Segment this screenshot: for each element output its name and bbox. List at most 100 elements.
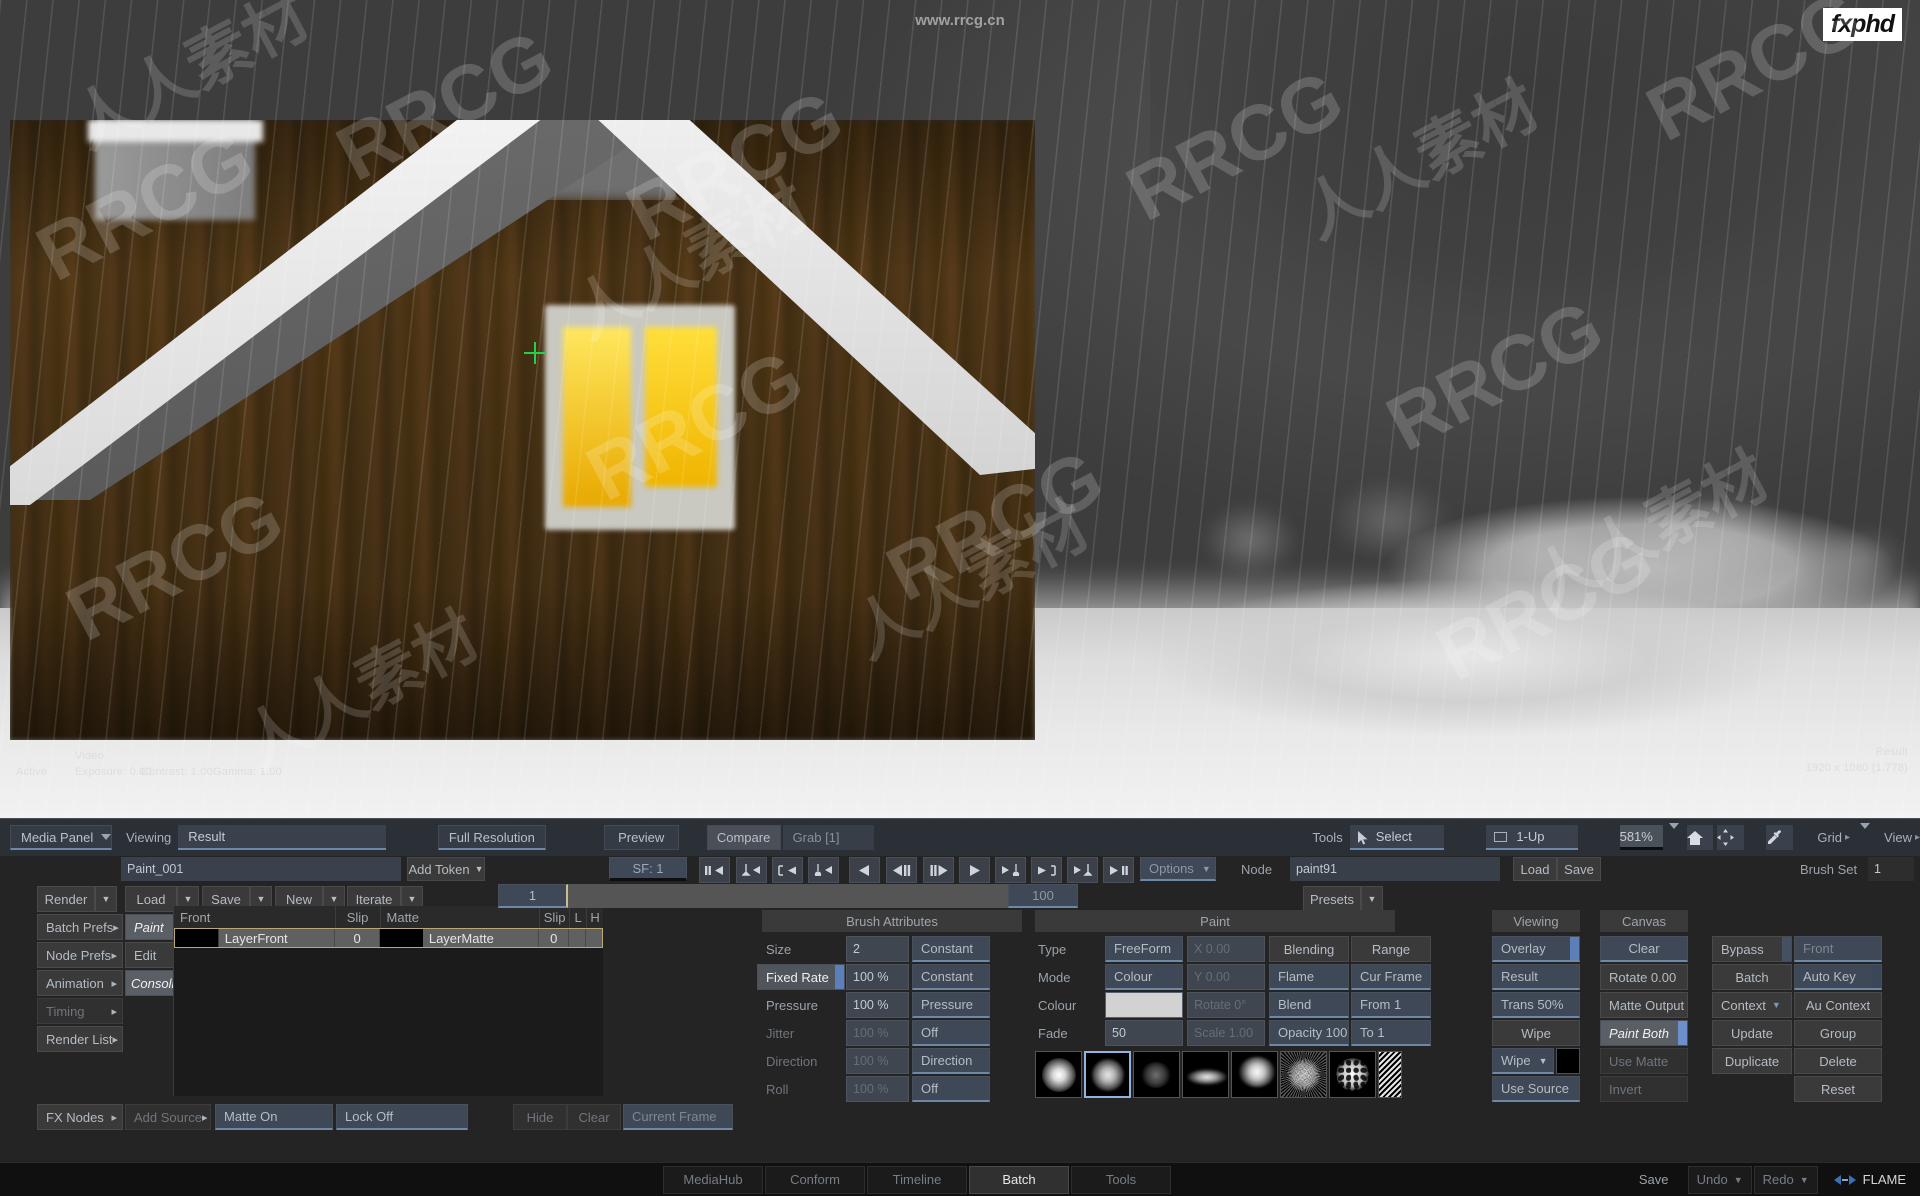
options-button[interactable]: Options ▼ (1140, 857, 1216, 881)
tab-batch[interactable]: Batch (969, 1165, 1069, 1194)
brush-roll-value[interactable]: 100 % (846, 1076, 909, 1102)
animation-menu[interactable]: Animation (37, 970, 123, 996)
canvas-clear-button[interactable]: Clear (1600, 936, 1688, 962)
brush-pressure-mode[interactable]: Pressure (912, 992, 990, 1018)
render-button[interactable]: Render (37, 886, 95, 912)
node-load-button[interactable]: Load (1513, 857, 1557, 881)
brush-thumbnail[interactable] (1182, 1051, 1229, 1098)
frame-scrubber[interactable] (568, 884, 1008, 908)
add-source-button[interactable]: Add Source (125, 1104, 211, 1130)
brush-jitter-value[interactable]: 100 % (846, 1020, 909, 1046)
goto-prev-marker-button[interactable] (808, 857, 839, 883)
canvas-rotate-value[interactable]: Rotate 0.00 (1600, 964, 1688, 990)
paint-x-value[interactable]: X 0.00 (1187, 936, 1265, 962)
batch-prefs-menu[interactable]: Batch Prefs (37, 914, 123, 940)
layer-list-panel[interactable]: Front Slip Matte Slip L H LayerFront 0 L… (173, 906, 604, 1096)
wipe-colour-swatch[interactable] (1556, 1048, 1580, 1074)
clear-button[interactable]: Clear (567, 1104, 621, 1130)
tab-timeline[interactable]: Timeline (867, 1165, 967, 1194)
zoom-dropdown-button[interactable] (1668, 822, 1679, 847)
au-context-button[interactable]: Au Context (1794, 992, 1882, 1018)
goto-prev-keyframe-button[interactable] (699, 857, 730, 883)
context-dropdown[interactable]: Context ▼ (1712, 992, 1792, 1018)
brush-roll-mode[interactable]: Off (912, 1076, 990, 1102)
layer-l-cell[interactable] (568, 929, 585, 947)
zoom-level-field[interactable]: 581% (1619, 825, 1663, 850)
goto-start-button[interactable] (736, 857, 767, 883)
tab-conform[interactable]: Conform (765, 1165, 865, 1194)
color-picker-button[interactable] (1765, 825, 1794, 850)
current-frame-field[interactable]: 1 (498, 884, 568, 908)
hide-button[interactable]: Hide (513, 1104, 567, 1130)
project-name-field[interactable]: Paint_001 (121, 857, 401, 881)
paint-mode-value[interactable]: Colour (1105, 964, 1183, 990)
current-frame-button[interactable]: Current Frame (623, 1104, 733, 1130)
full-resolution-button[interactable]: Full Resolution (437, 825, 546, 850)
goto-next-keyframe-button[interactable] (1103, 857, 1134, 883)
use-matte-button[interactable]: Use Matte (1600, 1048, 1688, 1074)
auto-key-button[interactable]: Auto Key (1794, 964, 1882, 990)
brush-thumbnail[interactable] (1133, 1051, 1180, 1098)
brush-size-mode[interactable]: Constant (912, 936, 990, 962)
brush-set-value[interactable]: 1 (1868, 857, 1914, 881)
tab-mediahub[interactable]: MediaHub (663, 1165, 763, 1194)
overlay-button[interactable]: Overlay (1492, 936, 1580, 962)
media-panel-button[interactable]: Media Panel (10, 825, 112, 850)
render-dropdown[interactable]: ▼ (95, 886, 117, 912)
undo-button[interactable]: Undo ▼ (1687, 1165, 1752, 1194)
grid-label[interactable]: Grid (1817, 830, 1842, 845)
viewing-result-button[interactable]: Result (1492, 964, 1580, 990)
play-forward-button[interactable] (959, 857, 990, 883)
load-button[interactable]: Load (125, 886, 177, 912)
brush-thumbnail[interactable] (1280, 1051, 1327, 1098)
node-name-field[interactable]: paint91 (1290, 857, 1500, 881)
fit-to-view-button[interactable] (1716, 825, 1744, 850)
save-status-button[interactable]: Save (1621, 1165, 1686, 1194)
fx-nodes-menu[interactable]: FX Nodes (37, 1104, 123, 1130)
range-to-button[interactable]: To 1 (1351, 1020, 1431, 1046)
wipe-mode-dropdown[interactable]: Wipe ▼ (1492, 1048, 1554, 1074)
use-source-button[interactable]: Use Source (1492, 1076, 1580, 1102)
brush-thumbnail[interactable] (1035, 1051, 1082, 1098)
brush-thumbnail[interactable] (1329, 1051, 1376, 1098)
paint-scale-value[interactable]: Scale 1.00 (1187, 1020, 1265, 1046)
paint-y-value[interactable]: Y 0.00 (1187, 964, 1265, 990)
delete-button[interactable]: Delete (1794, 1048, 1882, 1074)
paint-colour-swatch[interactable] (1105, 992, 1183, 1018)
cur-frame-button[interactable]: Cur Frame (1351, 964, 1431, 990)
brush-thumbnail-selected[interactable] (1084, 1051, 1131, 1098)
brush-fixed-rate-mode[interactable]: Constant (912, 964, 990, 990)
add-token-button[interactable]: Add Token ▼ (407, 857, 485, 881)
lock-off-button[interactable]: Lock Off (336, 1104, 468, 1130)
brush-jitter-mode[interactable]: Off (912, 1020, 990, 1046)
preview-button[interactable]: Preview (603, 825, 679, 850)
blending-header[interactable]: Blending (1269, 936, 1349, 962)
goto-next-marker-button[interactable] (995, 857, 1026, 883)
update-button[interactable]: Update (1712, 1020, 1792, 1046)
paint-both-button[interactable]: Paint Both (1600, 1020, 1688, 1046)
grab-button[interactable]: Grab [1] (782, 825, 875, 850)
start-frame-field[interactable]: SF: 1 (609, 857, 687, 881)
goto-end-button[interactable] (1067, 857, 1098, 883)
range-header[interactable]: Range (1351, 936, 1431, 962)
table-row[interactable]: LayerFront 0 LayerMatte 0 (174, 928, 603, 948)
paint-rotate-value[interactable]: Rotate 0° (1187, 992, 1265, 1018)
duplicate-button[interactable]: Duplicate (1712, 1048, 1792, 1074)
invert-button[interactable]: Invert (1600, 1076, 1688, 1102)
matte-on-button[interactable]: Matte On (215, 1104, 333, 1130)
flame-blend-button[interactable]: Flame (1269, 964, 1349, 990)
brush-direction-mode[interactable]: Direction (912, 1048, 990, 1074)
step-forward-button[interactable] (923, 857, 954, 883)
paint-type-value[interactable]: FreeForm (1105, 936, 1183, 962)
redo-button[interactable]: Redo ▼ (1753, 1165, 1818, 1194)
node-save-button[interactable]: Save (1557, 857, 1601, 881)
brush-thumbnail[interactable] (1378, 1051, 1402, 1098)
layout-1up-button[interactable]: 1-Up (1486, 825, 1578, 850)
brush-fixed-rate-value[interactable]: 100 % (846, 964, 909, 990)
blend-button[interactable]: Blend (1269, 992, 1349, 1018)
grid-dropdown-button[interactable] (1860, 822, 1871, 847)
wipe-section-title[interactable]: Wipe (1492, 1020, 1580, 1046)
brush-size-value[interactable]: 2 (846, 936, 909, 962)
reset-button[interactable]: Reset (1794, 1076, 1882, 1102)
matte-output-button[interactable]: Matte Output (1600, 992, 1688, 1018)
